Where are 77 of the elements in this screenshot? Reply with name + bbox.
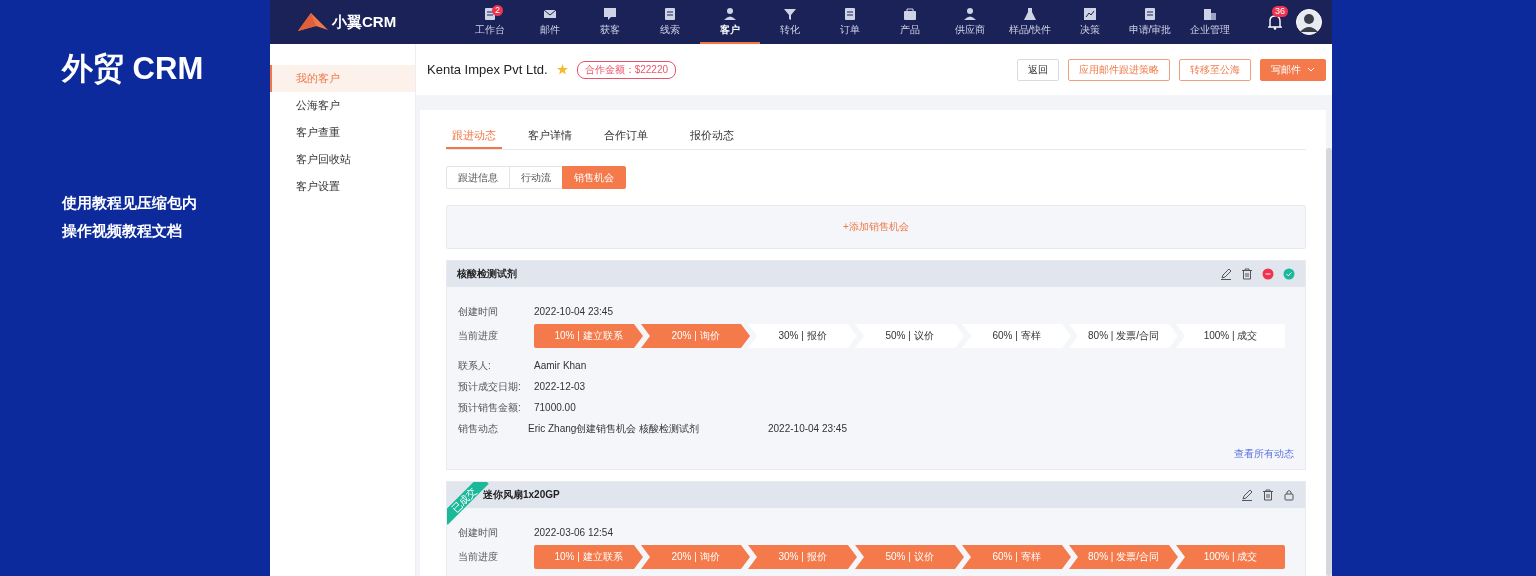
sidebar-item[interactable]: 公海客户 [270,92,415,119]
nav-item[interactable]: 企业管理 [1180,0,1240,44]
document-icon [663,7,677,21]
chat-icon [603,7,617,21]
field-value: 2022-03-06 12:54 [534,527,613,538]
document-icon [1143,7,1157,21]
field-value: 2022-10-04 23:45 [534,306,613,317]
flask-icon [1023,7,1037,21]
scrollbar[interactable] [1326,148,1332,576]
edit-icon[interactable] [1220,268,1232,280]
nav-item[interactable]: 线索 [640,0,700,44]
chart-icon [1083,7,1097,21]
person-icon [723,7,737,21]
nav-item[interactable]: 客户 [700,0,760,44]
tab[interactable]: 报价动态 [684,128,740,149]
tab[interactable]: 合作订单 [598,128,654,149]
nav-item[interactable]: 获客 [580,0,640,44]
field-label: 联系人: [458,358,492,373]
customer-name: Kenta Impex Pvt Ltd. [427,62,548,77]
field-label: 创建时间 [458,304,499,319]
check-circle-icon[interactable] [1283,268,1295,280]
field-label: 当前进度 [458,329,499,343]
view-all-link[interactable]: 查看所有动态 [1234,447,1294,461]
progress-stage[interactable]: 30% | 报价 [748,324,857,348]
bell-icon[interactable] [1268,14,1282,30]
building-icon [1203,7,1217,21]
nav-item[interactable]: 产品 [880,0,940,44]
logo-icon [296,11,330,33]
nav-item[interactable]: 订单 [820,0,880,44]
field-value: Aamir Khan [534,360,587,371]
tab[interactable]: 客户详情 [522,128,578,149]
brand-text: 使用教程见压缩包内 [62,194,197,213]
field-value: 2022-12-03 [534,381,586,392]
progress-stage[interactable]: 80% | 发票/合同 [1069,324,1178,348]
delete-icon[interactable] [1241,268,1253,280]
star-icon[interactable] [556,64,568,75]
activity-time: 2022-10-04 23:45 [768,423,847,434]
nav-item[interactable]: 转化 [760,0,820,44]
field-label: 创建时间 [458,525,499,540]
nav-item[interactable]: 申请/审批 [1120,0,1180,44]
envelope-icon [543,7,557,21]
activity-text: Eric Zhang创建销售机会 核酸检测试剂 [528,421,701,436]
funnel-icon [783,7,797,21]
brand-text: 操作视频教程文档 [62,222,182,241]
field-label: 预计成交日期: [458,379,522,394]
logo-text: 小翼CRM [332,12,397,32]
nav-item[interactable]: 邮件 [520,0,580,44]
sidebar-item[interactable]: 客户设置 [270,173,415,200]
person-icon [963,7,977,21]
notification-badge: 36 [1272,6,1288,17]
edit-icon[interactable] [1241,489,1253,501]
bag-icon [903,7,917,21]
action-button[interactable]: 返回 [1017,58,1059,81]
amount-tag: 合作金额：$22220 [576,60,677,79]
nav-item[interactable]: 样品/快件 [1000,0,1060,44]
nav-item[interactable]: 决策 [1060,0,1120,44]
progress-stage[interactable]: 100% | 成交 [1176,324,1285,348]
minus-circle-icon[interactable] [1262,268,1274,280]
sidebar-item[interactable]: 客户查重 [270,119,415,146]
progress-stage[interactable]: 60% | 寄样 [962,324,1071,348]
lock-icon[interactable] [1283,489,1295,501]
sidebar-item[interactable]: 客户回收站 [270,146,415,173]
field-value: 71000.00 [534,402,576,413]
segment-tab[interactable]: 跟进信息 [446,166,510,189]
nav-item[interactable]: 2 工作台 [460,0,520,44]
opportunity-title: 核酸检测试剂 [457,267,517,281]
avatar[interactable] [1296,9,1322,35]
clipboard-icon [843,7,857,21]
caret-icon [1307,67,1315,72]
nav-item[interactable]: 供应商 [940,0,1000,44]
count-badge: 2 [492,5,503,16]
brand-title: 外贸 CRM [62,50,204,88]
field-label: 销售动态 [458,421,499,436]
delete-icon[interactable] [1262,489,1274,501]
progress-stage[interactable]: 50% | 议价 [855,324,964,348]
field-label: 当前进度 [458,550,499,564]
field-label: 预计销售金额: [458,400,522,415]
